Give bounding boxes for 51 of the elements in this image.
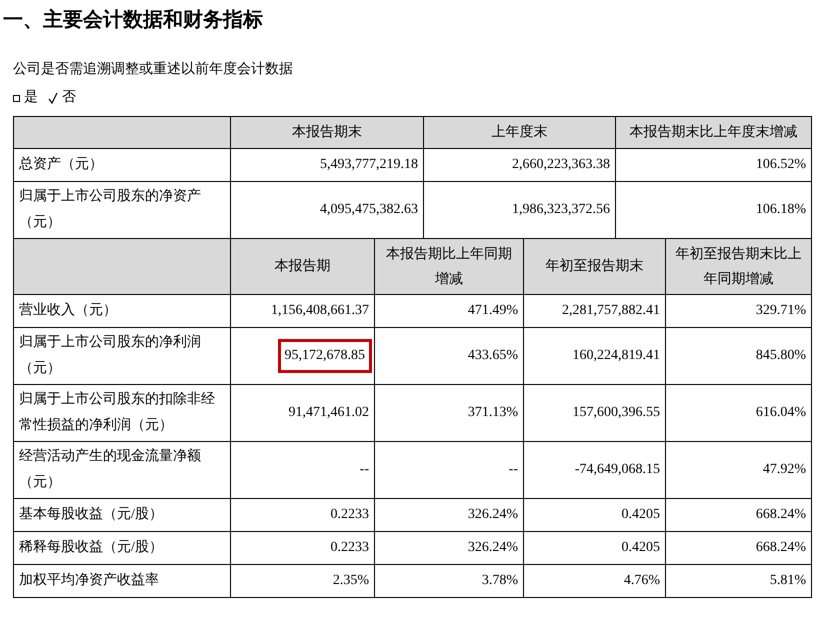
row-label: 营业收入（元） [14, 294, 230, 328]
row-label: 经营活动产生的现金流量净额（元） [14, 442, 230, 498]
table-cell: 106.52% [616, 148, 812, 182]
row-label: 基本每股收益（元/股） [14, 498, 230, 532]
row-label: 加权平均净资产收益率 [14, 564, 230, 598]
cell-value: 2.35% [332, 573, 369, 588]
column-header: 上年度末 [424, 116, 616, 148]
cell-value: 845.80% [756, 348, 806, 363]
cell-value: 1,156,408,661.37 [271, 303, 369, 318]
cell-value: 326.24% [468, 507, 518, 522]
column-header: 年初至报告期末比上年同期增减 [666, 238, 812, 294]
table-cell: 5,493,777,219.18 [230, 148, 424, 182]
column-header: 本报告期末比上年度末增减 [616, 116, 812, 148]
row-label: 稀释每股收益（元/股） [14, 532, 230, 564]
cell-value: 371.13% [468, 405, 518, 420]
cell-value: 0.2233 [330, 540, 369, 555]
highlighted-value: 95,172,678.85 [284, 348, 365, 363]
cell-value: 47.92% [762, 462, 806, 477]
cell-value: 433.65% [468, 348, 518, 363]
table-cell: 2,660,223,363.38 [424, 148, 616, 182]
checkbox[interactable] [13, 94, 20, 102]
option-label: 否 [62, 89, 76, 107]
row-label: 归属于上市公司股东的净利润（元） [14, 328, 230, 384]
cell-value: -74,649,068.15 [574, 462, 660, 477]
option-label: 是 [24, 88, 38, 107]
section-title: 一、主要会计数据和财务指标 [3, 8, 264, 33]
cell-value: 5.81% [770, 573, 806, 588]
column-header: 本报告期末 [230, 116, 424, 148]
cell-value: 3.78% [482, 573, 518, 588]
cell-value: 160,224,819.41 [572, 348, 660, 363]
cell-value: 668.24% [756, 540, 806, 555]
column-header: 年初至报告期末 [524, 238, 666, 294]
cell-value: 668.24% [756, 507, 806, 522]
cell-value: -- [360, 462, 369, 477]
row-label: 总资产（元） [14, 148, 230, 182]
cell-value: 616.04% [756, 405, 806, 420]
column-header: 本报告期 [230, 238, 374, 294]
cell-value: 471.49% [468, 303, 518, 318]
cell-value: 4.76% [624, 573, 660, 588]
cell-value: 157,600,396.55 [572, 405, 660, 420]
question-text: 公司是否需追溯调整或重述以前年度会计数据 [13, 60, 294, 79]
column-header: 本报告期比上年同期增减 [374, 238, 524, 294]
cell-value: -- [508, 462, 518, 477]
row-label: 归属于上市公司股东的扣除非经常性损益的净利润（元） [14, 384, 230, 442]
cell-value: 0.2233 [330, 507, 369, 522]
cell-value: 0.4205 [622, 540, 660, 555]
cell-value: 0.4205 [622, 507, 660, 522]
cell-value: 2,281,757,882.41 [562, 303, 660, 318]
cell-value: 329.71% [756, 303, 806, 318]
cell-value: 326.24% [468, 540, 518, 555]
cell-value: 91,471,461.02 [288, 405, 369, 420]
